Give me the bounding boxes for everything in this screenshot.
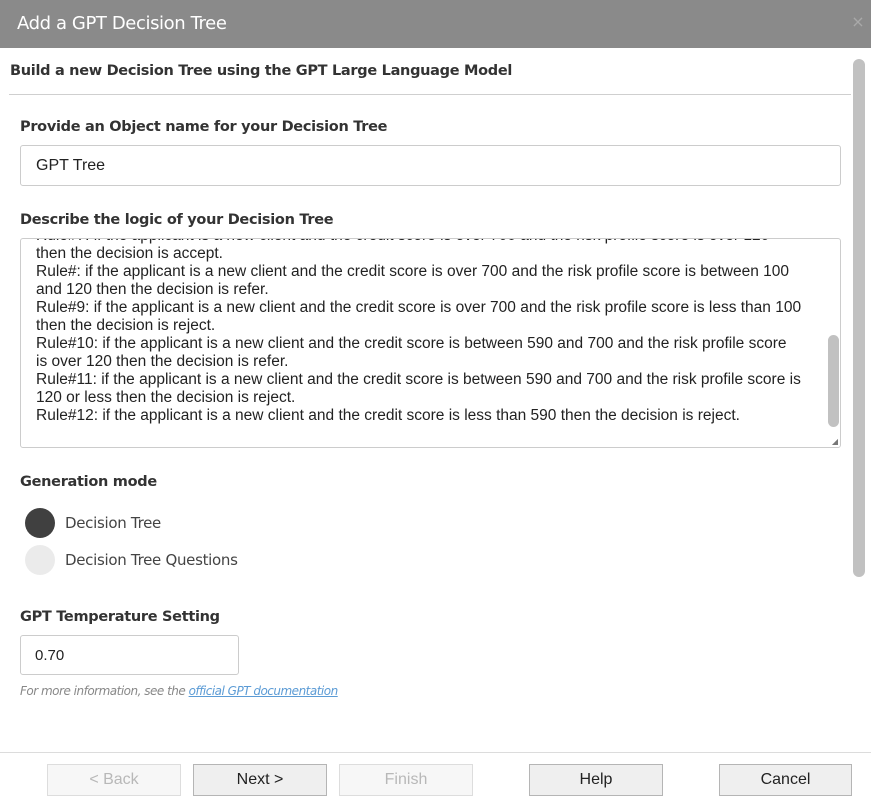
logic-line: Rule#11: if the applicant is a new clien…: [36, 371, 801, 388]
gpt-documentation-link[interactable]: official GPT documentation: [189, 684, 339, 698]
logic-line: Rule#10: if the applicant is a new clien…: [36, 335, 787, 352]
object-name-label: Provide an Object name for your Decision…: [20, 119, 388, 135]
finish-button[interactable]: Finish: [339, 764, 473, 796]
radio-label: Decision Tree: [65, 514, 161, 532]
dialog-scrollbar-thumb[interactable]: [853, 59, 865, 577]
temperature-help-note: For more information, see the official G…: [20, 684, 338, 698]
temperature-value: 0.70: [35, 646, 65, 664]
dialog-title: Add a GPT Decision Tree: [17, 13, 227, 34]
logic-line: is over 120 then the decision is refer.: [36, 353, 289, 370]
dialog-scrollbar[interactable]: [852, 58, 866, 734]
object-name-input[interactable]: GPT Tree: [20, 145, 841, 186]
logic-line: then the decision is accept.: [36, 245, 223, 262]
header-divider: [9, 94, 851, 95]
close-icon[interactable]: ×: [851, 14, 865, 30]
dialog-content: Build a new Decision Tree using the GPT …: [0, 48, 852, 738]
temperature-label: GPT Temperature Setting: [20, 609, 220, 625]
help-button[interactable]: Help: [529, 764, 663, 796]
cancel-button[interactable]: Cancel: [719, 764, 852, 796]
help-note-prefix: For more information, see the: [20, 684, 189, 698]
logic-line: Rule#9: if the applicant is a new client…: [36, 299, 802, 316]
back-button[interactable]: < Back: [47, 764, 181, 796]
radio-selected-icon[interactable]: [25, 508, 55, 538]
generation-mode-label: Generation mode: [20, 474, 157, 490]
logic-line: 120 or less then the decision is reject.: [36, 389, 296, 406]
radio-unselected-icon[interactable]: [25, 545, 55, 575]
logic-label: Describe the logic of your Decision Tree: [20, 212, 334, 228]
temperature-input[interactable]: 0.70: [20, 635, 239, 675]
logic-scrollbar-thumb[interactable]: [828, 335, 839, 427]
dialog-subtitle: Build a new Decision Tree using the GPT …: [10, 63, 513, 79]
radio-label: Decision Tree Questions: [65, 551, 238, 569]
object-name-value: GPT Tree: [36, 156, 106, 174]
logic-line: Rule#12: if the applicant is a new clien…: [36, 407, 740, 424]
logic-line: and 120 then the decision is refer.: [36, 281, 269, 298]
radio-decision-tree[interactable]: Decision Tree: [25, 508, 161, 538]
logic-line: then the decision is reject.: [36, 317, 216, 334]
resize-grip-icon[interactable]: ◢: [832, 437, 838, 446]
logic-text: Rule#7: if the applicant is a new client…: [36, 239, 824, 425]
next-button[interactable]: Next >: [193, 764, 327, 796]
radio-decision-tree-questions[interactable]: Decision Tree Questions: [25, 545, 238, 575]
footer-divider: [0, 752, 871, 753]
logic-line: Rule#: if the applicant is a new client …: [36, 263, 790, 280]
logic-line: Rule#7: if the applicant is a new client…: [36, 239, 824, 245]
dialog-titlebar: Add a GPT Decision Tree ×: [0, 0, 871, 48]
logic-textarea[interactable]: Rule#7: if the applicant is a new client…: [20, 238, 841, 448]
